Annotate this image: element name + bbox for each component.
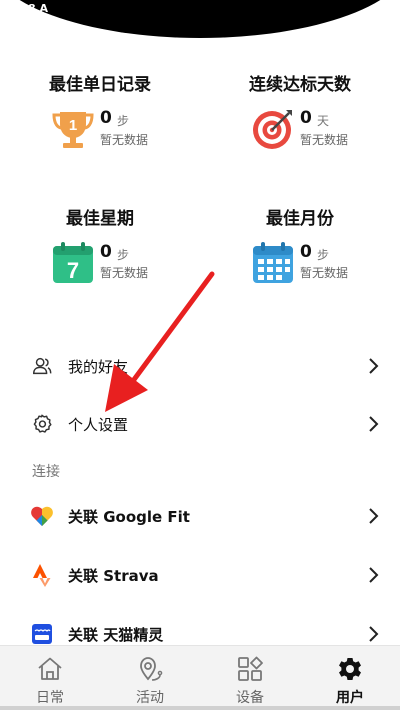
bottom-navigation: 日常 活动 设备 用户 xyxy=(0,645,400,710)
strava-icon xyxy=(30,563,54,587)
friends-icon xyxy=(30,354,54,378)
menu-item-settings[interactable]: 个人设置 xyxy=(0,395,400,453)
stat-title: 最佳月份 xyxy=(266,209,334,229)
chevron-right-icon xyxy=(369,416,379,432)
svg-text:7: 7 xyxy=(67,258,79,283)
calendar-week-icon: 7 xyxy=(53,242,93,283)
tmall-genie-icon xyxy=(30,622,54,646)
stat-unit: 步 xyxy=(317,248,330,262)
trophy-icon: 1 xyxy=(52,112,94,148)
stat-value: 0 xyxy=(300,242,312,262)
stat-unit: 步 xyxy=(117,248,130,262)
stat-note: 暂无数据 xyxy=(300,266,349,280)
stat-title: 连续达标天数 xyxy=(249,75,351,95)
status-bar-left: 8 A xyxy=(28,2,48,15)
gear-icon xyxy=(30,412,54,436)
nav-tab-label: 日常 xyxy=(36,690,64,706)
stat-note: 暂无数据 xyxy=(100,133,149,147)
stat-note: 暂无数据 xyxy=(300,133,349,147)
nav-tab-user[interactable]: 用户 xyxy=(300,646,400,710)
connect-item-label: 关联 Strava xyxy=(68,567,159,585)
nav-tab-activity[interactable]: 活动 xyxy=(100,646,200,710)
chevron-right-icon xyxy=(369,626,379,642)
chevron-right-icon xyxy=(369,358,379,374)
stat-note: 暂无数据 xyxy=(100,266,149,280)
stat-unit: 天 xyxy=(317,114,330,128)
devices-icon xyxy=(238,656,263,681)
connect-item-strava[interactable]: 关联 Strava xyxy=(0,546,400,604)
nav-tab-label: 设备 xyxy=(236,690,264,706)
google-fit-icon xyxy=(30,504,54,528)
calendar-month-icon xyxy=(253,242,293,283)
stat-title: 最佳单日记录 xyxy=(49,75,151,95)
nav-tab-devices[interactable]: 设备 xyxy=(200,646,300,710)
menu-item-label: 个人设置 xyxy=(68,416,129,434)
location-icon xyxy=(140,657,163,681)
stat-title: 最佳星期 xyxy=(66,209,134,229)
home-icon xyxy=(38,657,62,680)
svg-text:1: 1 xyxy=(69,117,77,134)
system-gesture-bar xyxy=(0,706,400,710)
stat-unit: 步 xyxy=(117,114,130,128)
chevron-right-icon xyxy=(369,508,379,524)
section-label-connect: 连接 xyxy=(32,464,60,480)
menu-item-friends[interactable]: 我的好友 xyxy=(0,337,400,395)
menu-item-label: 我的好友 xyxy=(68,358,129,376)
connect-item-label: 关联 Google Fit xyxy=(68,508,190,526)
nav-tab-daily[interactable]: 日常 xyxy=(0,646,100,710)
status-bar-background xyxy=(0,0,400,38)
connect-item-google-fit[interactable]: 关联 Google Fit xyxy=(0,487,400,545)
stat-value: 0 xyxy=(100,108,112,128)
stat-value: 0 xyxy=(100,242,112,262)
connect-item-label: 关联 天猫精灵 xyxy=(68,626,164,644)
nav-tab-label: 用户 xyxy=(336,690,364,706)
gear-icon xyxy=(339,658,361,680)
nav-tab-label: 活动 xyxy=(136,690,164,706)
target-icon xyxy=(253,110,292,149)
chevron-right-icon xyxy=(369,567,379,583)
stat-value: 0 xyxy=(300,108,312,128)
